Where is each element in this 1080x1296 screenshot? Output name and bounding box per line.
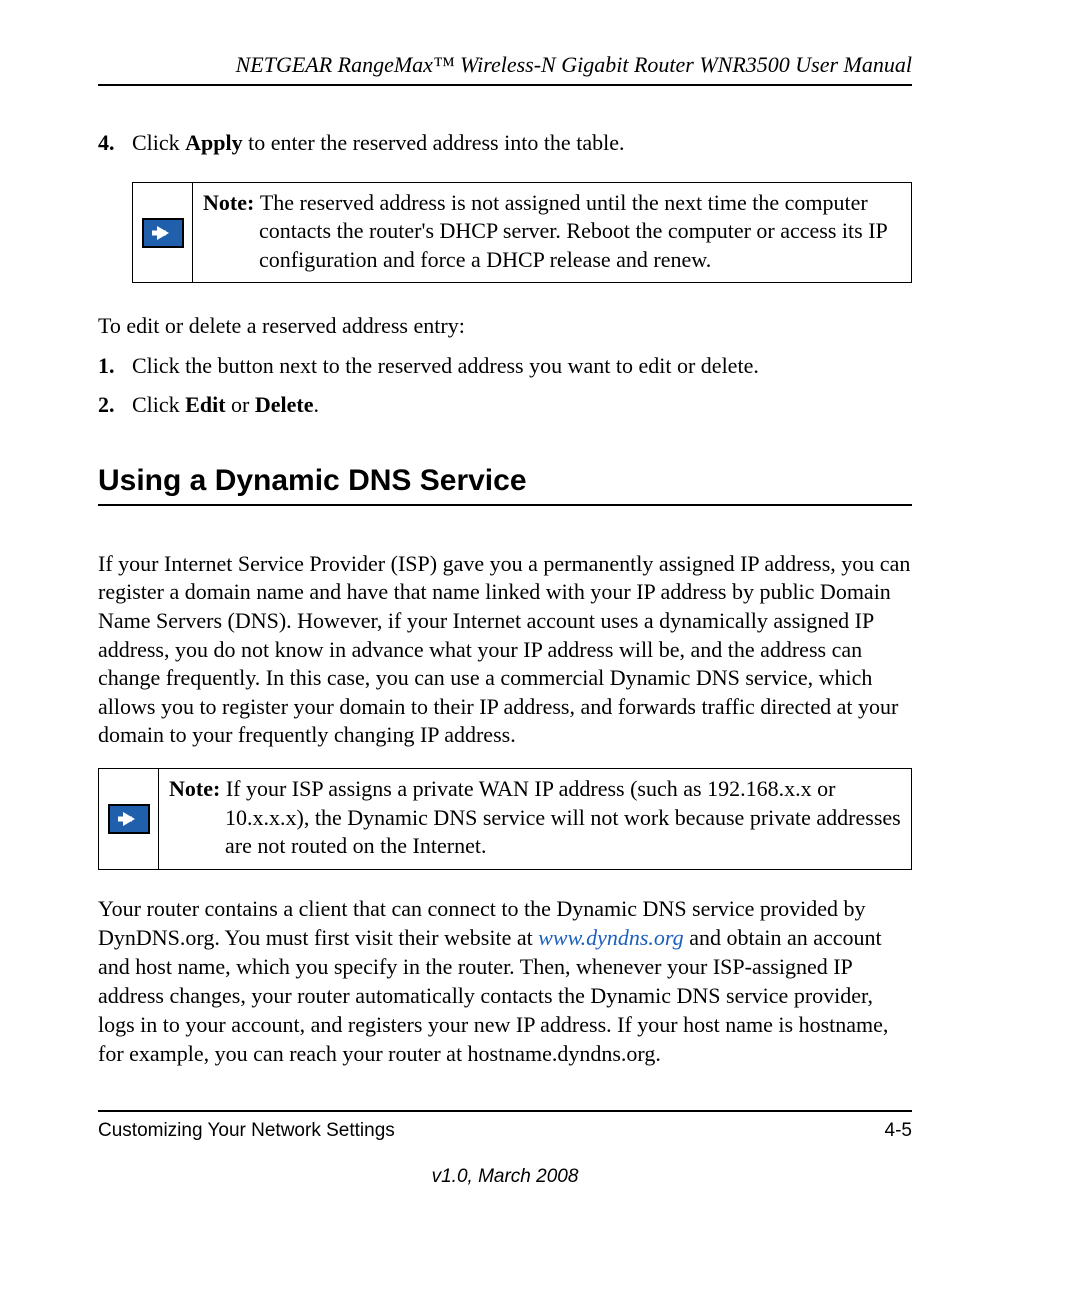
text: Click bbox=[132, 392, 185, 417]
section-heading: Using a Dynamic DNS Service bbox=[98, 464, 912, 506]
footer-version: v1.0, March 2008 bbox=[98, 1166, 912, 1188]
text: to enter the reserved address into the t… bbox=[243, 130, 625, 155]
step-4: 4. Click Apply to enter the reserved add… bbox=[98, 128, 912, 158]
note-body: If your ISP assigns a private WAN IP add… bbox=[225, 776, 901, 858]
dyndns-link[interactable]: www.dyndns.org bbox=[538, 925, 683, 950]
page-header: NETGEAR RangeMax™ Wireless-N Gigabit Rou… bbox=[98, 52, 912, 86]
step-number: 2. bbox=[98, 390, 132, 420]
footer-section-title: Customizing Your Network Settings bbox=[98, 1120, 395, 1142]
text: or bbox=[226, 392, 255, 417]
note-box-2: Note: If your ISP assigns a private WAN … bbox=[98, 768, 912, 870]
dns-paragraph: If your Internet Service Provider (ISP) … bbox=[98, 550, 912, 750]
note-box-1: Note: The reserved address is not assign… bbox=[132, 182, 912, 284]
footer-page-number: 4-5 bbox=[885, 1120, 912, 1142]
arrow-right-icon bbox=[142, 218, 184, 248]
edit-step-2: 2. Click Edit or Delete. bbox=[98, 390, 912, 420]
arrow-right-icon bbox=[108, 804, 150, 834]
page-footer: Customizing Your Network Settings 4-5 v1… bbox=[98, 1110, 912, 1188]
delete-label: Delete bbox=[255, 392, 314, 417]
step-text: Click Edit or Delete. bbox=[132, 390, 912, 420]
page-content: NETGEAR RangeMax™ Wireless-N Gigabit Rou… bbox=[98, 52, 912, 1068]
note-icon-cell bbox=[133, 183, 193, 283]
edit-intro: To edit or delete a reserved address ent… bbox=[98, 311, 912, 340]
edit-step-1: 1. Click the button next to the reserved… bbox=[98, 351, 912, 381]
note-text: Note: The reserved address is not assign… bbox=[193, 183, 911, 283]
edit-label: Edit bbox=[185, 392, 225, 417]
client-paragraph: Your router contains a client that can c… bbox=[98, 894, 912, 1068]
step-number: 4. bbox=[98, 128, 132, 158]
note-label: Note: bbox=[169, 776, 226, 801]
step-text: Click the button next to the reserved ad… bbox=[132, 351, 912, 381]
note-icon-cell bbox=[99, 769, 159, 869]
text: . bbox=[313, 392, 319, 417]
step-text: Click Apply to enter the reserved addres… bbox=[132, 128, 912, 158]
apply-label: Apply bbox=[185, 130, 242, 155]
note-text: Note: If your ISP assigns a private WAN … bbox=[159, 769, 911, 869]
step-number: 1. bbox=[98, 351, 132, 381]
text: Click bbox=[132, 130, 185, 155]
note-label: Note: bbox=[203, 190, 260, 215]
note-body: The reserved address is not assigned unt… bbox=[259, 190, 887, 272]
